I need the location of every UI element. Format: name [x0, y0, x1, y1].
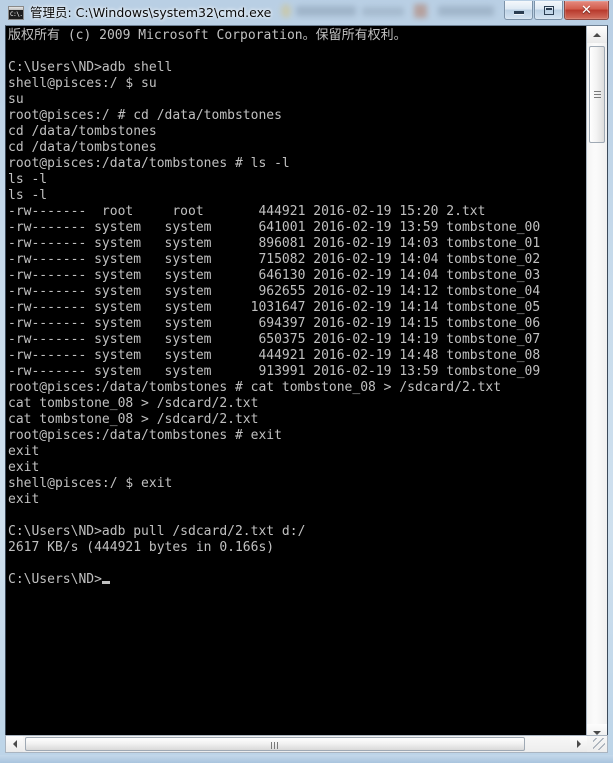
console-line: exit	[8, 492, 40, 507]
chevron-down-icon	[593, 730, 601, 735]
vertical-scrollbar[interactable]	[586, 26, 607, 741]
text-cursor	[101, 581, 110, 584]
console-line: exit	[8, 460, 40, 475]
console-line: cat tombstone_08 > /sdcard/2.txt	[8, 396, 259, 411]
chevron-up-icon	[593, 32, 601, 37]
console-line: 2617 KB/s (444921 bytes in 0.166s)	[8, 540, 275, 555]
console-line: -rw------- root root 444921 2016-02-19 1…	[8, 204, 486, 219]
close-button[interactable]: ✕	[564, 1, 609, 20]
console-line: C:\Users\ND>	[8, 572, 540, 588]
title-bar-left: C:\. 管理员: C:\Windows\system32\cmd.exe	[8, 3, 271, 22]
console-line: su	[8, 92, 24, 107]
console-line: root@pisces:/ # cd /data/tombstones	[8, 108, 282, 123]
horizontal-scroll-thumb[interactable]	[25, 737, 525, 751]
minimize-icon	[505, 1, 532, 19]
console-line: shell@pisces:/ $ su	[8, 76, 157, 91]
console-line: cat tombstone_08 > /sdcard/2.txt	[8, 412, 259, 427]
window-bottom-border	[0, 755, 613, 763]
console-line: -rw------- system system 1031647 2016-02…	[8, 300, 541, 315]
maximize-button[interactable]	[534, 1, 563, 20]
chevron-right-icon	[576, 740, 581, 748]
console-line: -rw------- system system 715082 2016-02-…	[8, 252, 541, 267]
console-line: -rw------- system system 646130 2016-02-…	[8, 268, 541, 283]
vertical-scroll-thumb[interactable]	[589, 46, 605, 143]
console-line: root@pisces:/data/tombstones # ls -l	[8, 156, 290, 171]
console-line: shell@pisces:/ $ exit	[8, 476, 173, 491]
cmd-window: C:\. 管理员: C:\Windows\system32\cmd.exe ✕ …	[0, 0, 613, 763]
minimize-button[interactable]	[504, 1, 533, 20]
console-line: C:\Users\ND>adb shell	[8, 60, 173, 75]
console-line: ls -l	[8, 188, 48, 203]
console-line: exit	[8, 444, 40, 459]
console-line: -rw------- system system 444921 2016-02-…	[8, 348, 541, 363]
scroll-left-button[interactable]	[6, 736, 23, 752]
title-bar[interactable]: C:\. 管理员: C:\Windows\system32\cmd.exe ✕	[0, 0, 613, 25]
horizontal-scrollbar[interactable]	[5, 735, 608, 753]
scroll-thumb-grip-icon	[594, 91, 601, 98]
console-line: ls -l	[8, 172, 48, 187]
window-resize-grip[interactable]	[593, 738, 605, 750]
window-client-area: 版权所有 (c) 2009 Microsoft Corporation。保留所有…	[5, 25, 608, 742]
maximize-icon	[535, 1, 562, 19]
scroll-thumb-grip-icon	[271, 742, 279, 749]
console-line: root@pisces:/data/tombstones # exit	[8, 428, 282, 443]
console-line: root@pisces:/data/tombstones # cat tombs…	[8, 380, 502, 395]
scroll-up-button[interactable]	[587, 26, 607, 43]
console-line: -rw------- system system 694397 2016-02-…	[8, 316, 541, 331]
console-line: cd /data/tombstones	[8, 124, 157, 139]
console-output-area[interactable]: 版权所有 (c) 2009 Microsoft Corporation。保留所有…	[6, 26, 586, 741]
console-line: -rw------- system system 896081 2016-02-…	[8, 236, 541, 251]
console-line: -rw------- system system 650375 2016-02-…	[8, 332, 541, 347]
console-line: -rw------- system system 962655 2016-02-…	[8, 284, 541, 299]
cmd-icon-glyph: C:\.	[10, 10, 23, 18]
console-text: 版权所有 (c) 2009 Microsoft Corporation。保留所有…	[8, 28, 540, 588]
console-line: C:\Users\ND>adb pull /sdcard/2.txt d:/	[8, 524, 306, 539]
console-line: -rw------- system system 913991 2016-02-…	[8, 364, 541, 379]
chevron-left-icon	[12, 740, 17, 748]
scroll-right-button[interactable]	[570, 736, 587, 752]
console-line: cd /data/tombstones	[8, 140, 157, 155]
caption-buttons: ✕	[503, 1, 609, 20]
console-line: 版权所有 (c) 2009 Microsoft Corporation。保留所有…	[8, 28, 407, 43]
close-icon: ✕	[581, 2, 592, 18]
window-title: 管理员: C:\Windows\system32\cmd.exe	[30, 4, 272, 20]
cmd-console-icon: C:\.	[8, 5, 24, 20]
console-line: -rw------- system system 641001 2016-02-…	[8, 220, 541, 235]
